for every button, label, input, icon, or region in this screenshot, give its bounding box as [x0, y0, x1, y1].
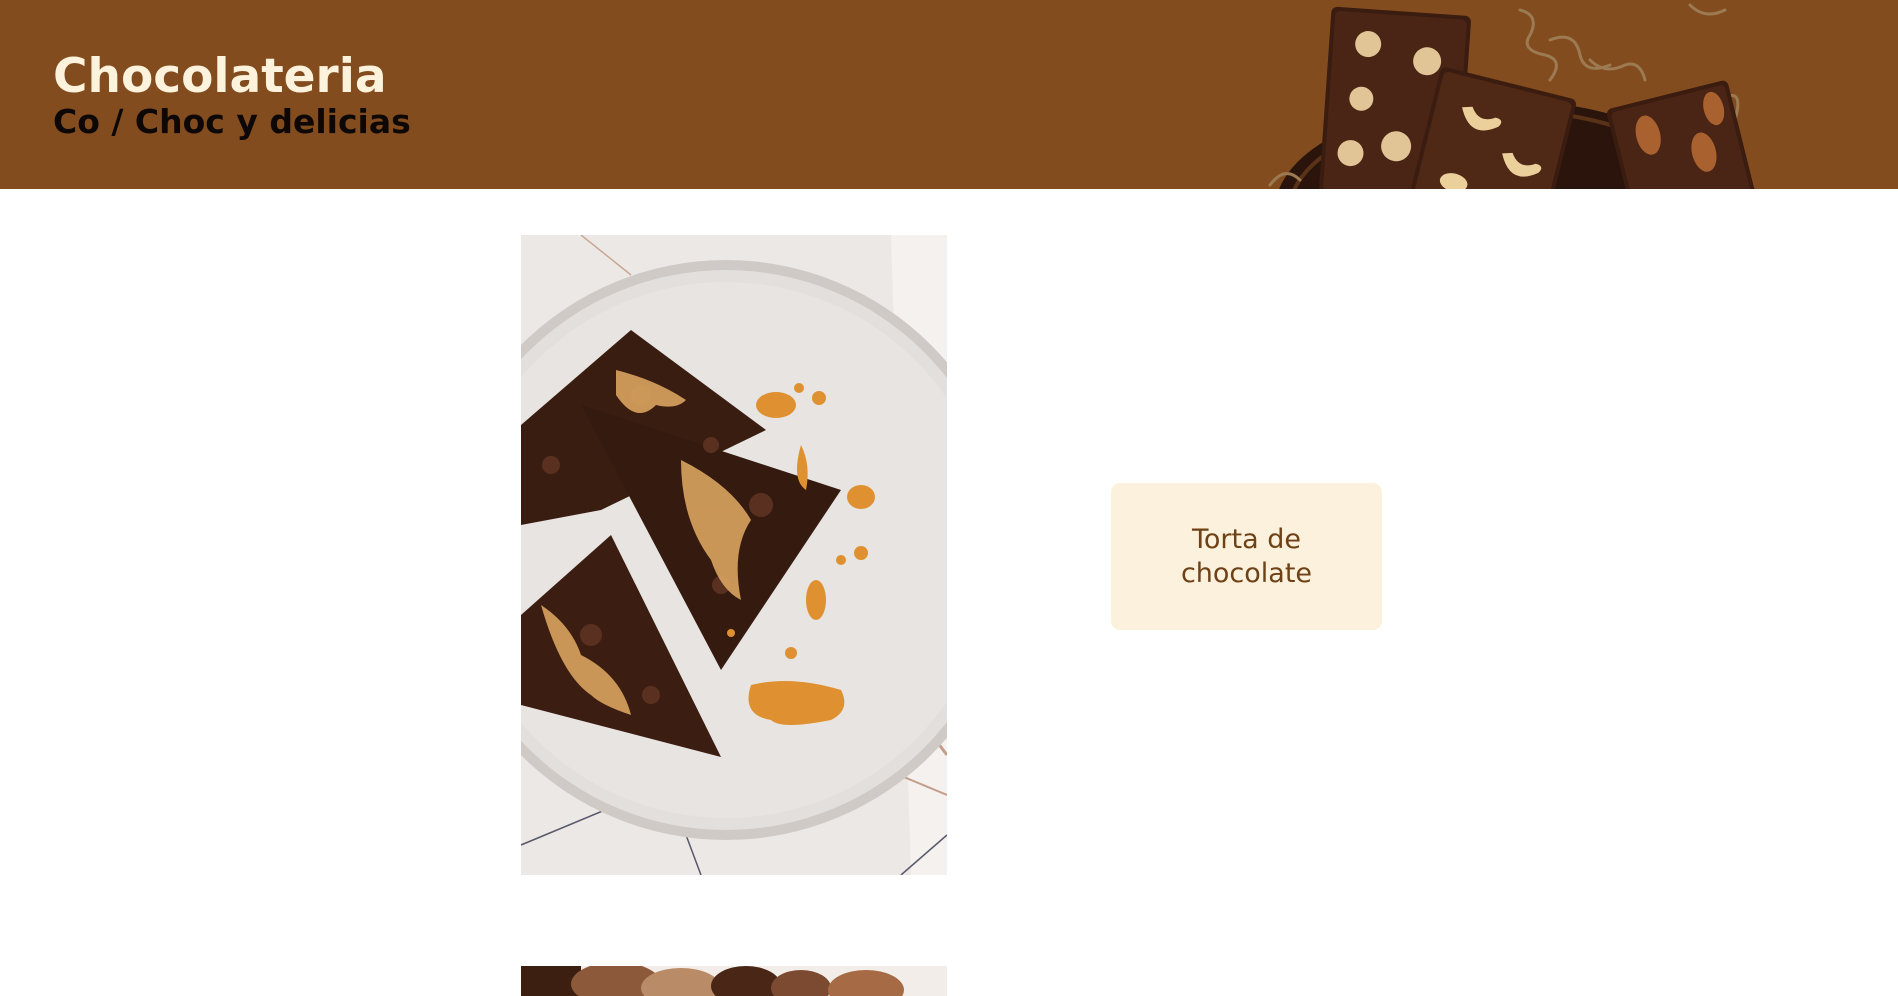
site-subtitle: Co / Choc y delicias: [53, 102, 411, 141]
chocolate-truffles-image: [521, 966, 947, 996]
site-title: Chocolateria: [53, 49, 387, 104]
product-image-torta[interactable]: [521, 235, 947, 875]
product-image-truffles[interactable]: [521, 966, 947, 996]
chocolate-bars-with-nuts-image: [1268, 3, 1758, 189]
page: Chocolateria Co / Choc y delicias Torta …: [0, 0, 1898, 996]
chocolate-brownie-caramel-image: [521, 235, 947, 875]
product-card-torta[interactable]: Torta de chocolate: [1111, 483, 1382, 630]
product-name: Torta de chocolate: [1180, 523, 1313, 589]
site-header: Chocolateria Co / Choc y delicias: [0, 0, 1898, 189]
